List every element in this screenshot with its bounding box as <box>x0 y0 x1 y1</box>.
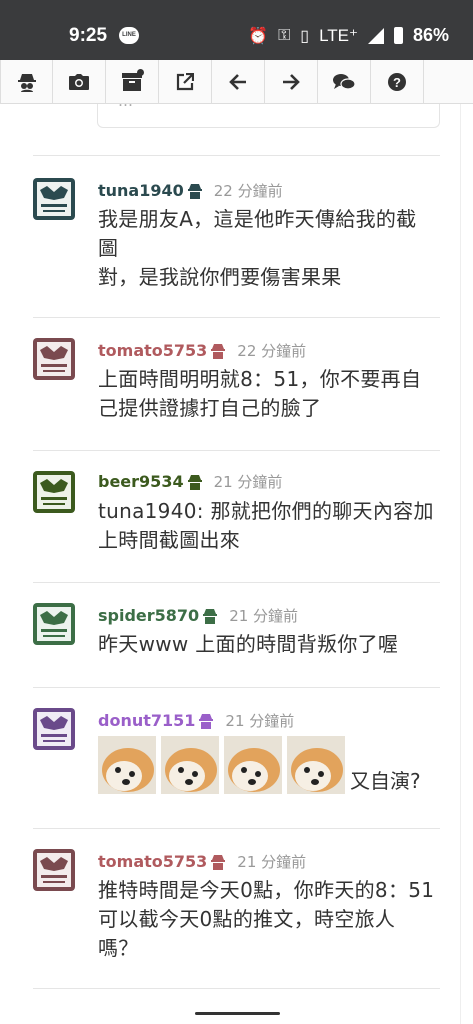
comment-line: 圖 <box>98 236 119 260</box>
spy-badge-icon <box>211 854 226 870</box>
comment-text: 又自演? <box>350 769 421 793</box>
status-icons: ⏰ ⚿ ▯ LTE⁺ 86% <box>248 25 449 46</box>
shiba-sticker-image[interactable] <box>98 736 156 794</box>
camera-icon[interactable] <box>53 60 106 104</box>
spy-badge-icon <box>187 474 202 490</box>
avatar[interactable] <box>33 849 75 891</box>
comment: beer9534 21 分鐘前 tuna1940: 那就把你們的聊天內容加 上時… <box>33 450 440 582</box>
comment-list: tuna1940 22 分鐘前 我是朋友A，這是他昨天傳給我的截 圖 對，是我說… <box>33 155 440 987</box>
comment-header: spider5870 21 分鐘前 <box>98 605 298 626</box>
timestamp: 21 分鐘前 <box>237 853 307 871</box>
spy-badge-icon <box>199 713 214 729</box>
avatar[interactable] <box>33 603 75 645</box>
notification-dot <box>137 69 144 76</box>
comment-line: 對，是我說你們要傷害果果 <box>98 265 342 289</box>
svg-text:?: ? <box>393 75 401 90</box>
vibrate-icon: ▯ <box>300 27 310 45</box>
username[interactable]: donut7151 <box>98 711 195 730</box>
avatar[interactable] <box>33 708 75 750</box>
archive-icon[interactable] <box>106 60 159 104</box>
battery-icon <box>393 27 403 44</box>
timestamp: 22 分鐘前 <box>213 182 283 200</box>
shiba-sticker-image[interactable] <box>161 736 219 794</box>
comment-text: 推特時間是今天0點，你昨天的8：51 可以截今天0點的推文，時空旅人 嗎？ <box>98 876 443 963</box>
external-link-icon[interactable] <box>159 60 212 104</box>
chat-icon[interactable] <box>318 60 371 104</box>
comment: tuna1940 22 分鐘前 我是朋友A，這是他昨天傳給我的截 圖 對，是我說… <box>33 155 440 317</box>
comment-line: tuna1940: 那就把你們的聊天內容加 <box>98 499 434 523</box>
toolbar: ? <box>0 60 473 104</box>
timestamp: 21 分鐘前 <box>225 712 295 730</box>
home-gesture-bar[interactable] <box>195 1012 280 1015</box>
comment-header: donut7151 21 分鐘前 <box>98 710 294 731</box>
username[interactable]: tuna1940 <box>98 181 184 200</box>
avatar[interactable] <box>33 471 75 513</box>
comment-line: 昨天www 上面的時間背叛你了喔 <box>98 632 399 656</box>
comment-header: tomato5753 22 分鐘前 <box>98 340 306 361</box>
comment-header: beer9534 21 分鐘前 <box>98 471 282 492</box>
comment: donut7151 21 分鐘前 又自演? <box>33 687 440 828</box>
shiba-sticker-image[interactable] <box>224 736 282 794</box>
divider <box>33 988 440 989</box>
comment-line: 上面時間明明就8：51，你不要再自 <box>98 367 422 391</box>
timestamp: 22 分鐘前 <box>237 342 307 360</box>
timestamp: 21 分鐘前 <box>213 473 283 491</box>
comment-line: 上時間截圖出來 <box>98 528 241 552</box>
spy-icon[interactable] <box>0 60 53 104</box>
alarm-icon: ⏰ <box>248 27 269 45</box>
avatar[interactable] <box>33 178 75 220</box>
username[interactable]: tomato5753 <box>98 852 207 871</box>
username[interactable]: beer9534 <box>98 472 184 491</box>
comment-text: 我是朋友A，這是他昨天傳給我的截 圖 對，是我說你們要傷害果果 <box>98 205 443 292</box>
spy-badge-icon <box>203 608 218 624</box>
spy-badge-icon <box>211 343 226 359</box>
username[interactable]: spider5870 <box>98 606 199 625</box>
page-border <box>460 104 461 1024</box>
shiba-sticker-image[interactable] <box>287 736 345 794</box>
sticker-row: 又自演? <box>98 736 421 794</box>
timestamp: 21 分鐘前 <box>229 607 299 625</box>
comment-line: 己提供證據打自己的臉了 <box>98 396 322 420</box>
arrow-left-icon[interactable] <box>212 60 265 104</box>
comment: tomato5753 21 分鐘前 推特時間是今天0點，你昨天的8：51 可以截… <box>33 828 440 987</box>
line-app-icon: LINE <box>119 27 139 44</box>
comment: tomato5753 22 分鐘前 上面時間明明就8：51，你不要再自 己提供證… <box>33 317 440 450</box>
comment-text: tuna1940: 那就把你們的聊天內容加 上時間截圖出來 <box>98 497 443 555</box>
comment-line: 我是朋友A，這是他昨天傳給我的截 <box>98 207 417 231</box>
clock: 9:25 <box>69 25 108 46</box>
comment-line: 嗎？ <box>98 936 139 960</box>
avatar[interactable] <box>33 338 75 380</box>
comment-header: tuna1940 22 分鐘前 <box>98 180 283 201</box>
comment-line: 可以截今天0點的推文，時空旅人 <box>98 907 396 931</box>
status-bar: 9:25 LINE ⏰ ⚿ ▯ LTE⁺ 86% <box>0 0 473 60</box>
previous-snippet: … <box>118 104 133 110</box>
spy-badge-icon <box>187 183 202 199</box>
comment-header: tomato5753 21 分鐘前 <box>98 851 306 872</box>
comment-text: 上面時間明明就8：51，你不要再自 己提供證據打自己的臉了 <box>98 365 443 423</box>
battery-percent: 86% <box>412 25 449 45</box>
comment-text: 昨天www 上面的時間背叛你了喔 <box>98 630 443 659</box>
vpn-key-icon: ⚿ <box>278 26 291 44</box>
arrow-right-icon[interactable] <box>265 60 318 104</box>
signal-icon <box>367 27 384 44</box>
username[interactable]: tomato5753 <box>98 341 207 360</box>
previous-comment-box: … <box>97 104 440 128</box>
comment: spider5870 21 分鐘前 昨天www 上面的時間背叛你了喔 <box>33 582 440 687</box>
comment-line: 推特時間是今天0點，你昨天的8：51 <box>98 878 435 902</box>
network-type: LTE⁺ <box>319 25 358 45</box>
help-icon[interactable]: ? <box>371 60 424 104</box>
